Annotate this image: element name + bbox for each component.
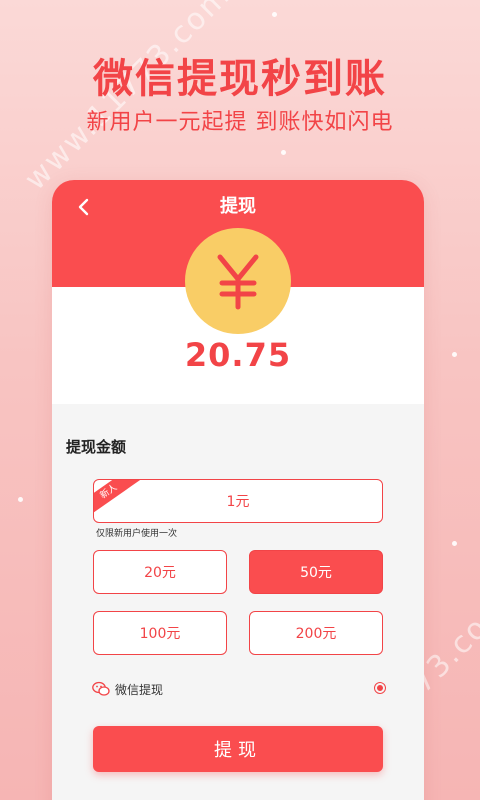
promo-subtitle: 新用户一元起提 到账快如闪电 (86, 110, 394, 135)
amount-option-50[interactable]: 50元 (249, 550, 383, 594)
radio-selected-dot (377, 685, 383, 691)
payment-method-radio[interactable] (374, 682, 386, 694)
amount-option-1[interactable]: 新人 1元 (93, 479, 383, 523)
sparkle-decoration (18, 497, 23, 502)
withdraw-screen: 提现 20.75 提现金额 新人 1元 仅限新用户使用一次 20元 50元 10… (52, 180, 424, 800)
balance-amount: 20.75 (184, 336, 292, 374)
payment-method-label: 微信提现 (115, 682, 164, 697)
sparkle-decoration (452, 541, 457, 546)
withdraw-submit-button[interactable]: 提现 (93, 726, 383, 772)
screen-title: 提现 (220, 196, 256, 217)
sparkle-decoration (281, 150, 286, 155)
amount-option-label: 200元 (295, 626, 337, 642)
yen-icon (217, 254, 259, 310)
amount-option-200[interactable]: 200元 (249, 611, 383, 655)
withdraw-amount-label: 提现金额 (66, 438, 127, 456)
wechat-icon (92, 681, 110, 696)
amount-option-label: 100元 (139, 626, 181, 642)
new-user-badge: 新人 (94, 480, 143, 519)
sparkle-decoration (272, 12, 277, 17)
amount-option-100[interactable]: 100元 (93, 611, 227, 655)
amount-option-20[interactable]: 20元 (93, 550, 227, 594)
payment-method-wechat[interactable]: 微信提现 (92, 677, 386, 701)
new-user-note: 仅限新用户使用一次 (96, 529, 178, 539)
promo-title: 微信提现秒到账 (93, 56, 387, 102)
sparkle-decoration (452, 352, 457, 357)
amount-option-label: 1元 (226, 494, 250, 510)
coin-badge (185, 228, 291, 334)
amount-option-label: 20元 (144, 565, 176, 581)
amount-option-label: 50元 (300, 565, 332, 581)
